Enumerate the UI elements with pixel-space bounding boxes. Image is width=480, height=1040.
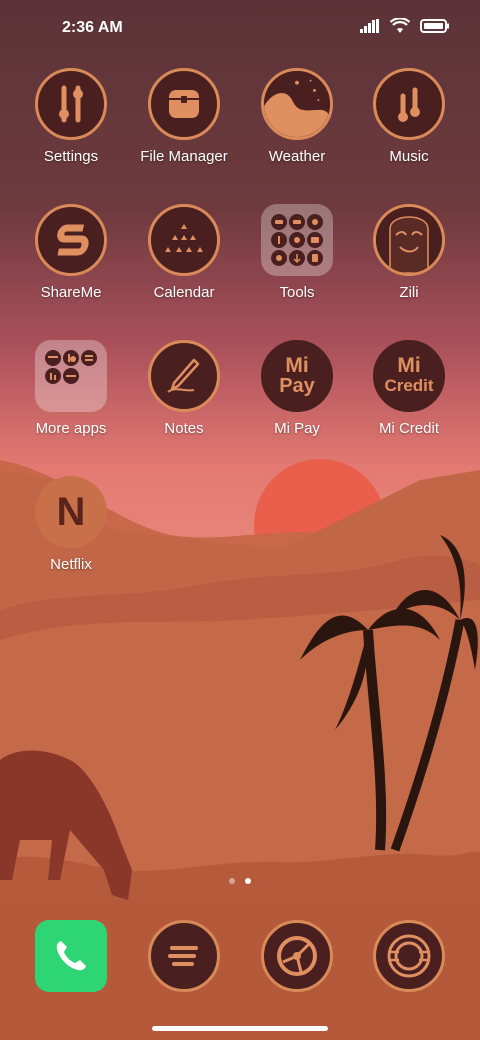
tools-folder-icon: [261, 204, 333, 276]
app-label-zili: Zili: [399, 284, 419, 301]
camera-icon: [373, 920, 445, 992]
mi-credit-logo-text-top: Mi: [397, 354, 421, 377]
page-indicator[interactable]: [0, 878, 480, 884]
app-settings[interactable]: Settings: [11, 68, 131, 165]
app-weather[interactable]: Weather: [237, 68, 357, 165]
app-label-netflix: Netflix: [50, 556, 92, 573]
app-label-weather: Weather: [268, 148, 326, 165]
netflix-logo-letter: N: [56, 489, 86, 534]
settings-icon: [35, 68, 107, 140]
more-apps-folder-icon: [35, 340, 107, 412]
app-zili[interactable]: Zili: [349, 204, 469, 301]
app-music[interactable]: Music: [349, 68, 469, 165]
app-mi-pay[interactable]: Mi Pay Mi Pay: [237, 340, 357, 437]
app-netflix[interactable]: N Netflix: [11, 476, 131, 573]
app-calendar[interactable]: Calendar: [124, 204, 244, 301]
dock-browser[interactable]: [237, 920, 357, 992]
app-label-tools: Tools: [279, 284, 315, 301]
app-more-apps-folder[interactable]: More apps: [11, 340, 131, 437]
signal-icon: [360, 19, 379, 33]
weather-icon: [261, 68, 333, 140]
battery-icon: [420, 19, 449, 33]
messaging-icon: [148, 920, 220, 992]
app-label-mi-credit: Mi Credit: [378, 420, 439, 437]
calendar-icon: [148, 204, 220, 276]
phone-icon: [35, 920, 107, 992]
app-label-settings: Settings: [43, 148, 99, 165]
mi-credit-logo-text-bottom: Credit: [384, 376, 434, 395]
file-manager-icon: [148, 68, 220, 140]
app-label-shareme: ShareMe: [40, 284, 102, 301]
dock-phone[interactable]: [11, 920, 131, 992]
dock-messaging[interactable]: [124, 920, 244, 992]
app-tools-folder[interactable]: Tools: [237, 204, 357, 301]
app-label-music: Music: [389, 148, 429, 165]
app-label-calendar: Calendar: [153, 284, 215, 301]
app-shareme[interactable]: ShareMe: [11, 204, 131, 301]
mi-pay-logo-text-bottom: Pay: [279, 375, 315, 397]
music-icon: [373, 68, 445, 140]
app-notes[interactable]: Notes: [124, 340, 244, 437]
mi-pay-logo-text-top: Mi: [285, 354, 309, 377]
dock-camera[interactable]: [349, 920, 469, 992]
app-mi-credit[interactable]: Mi Credit Mi Credit: [349, 340, 469, 437]
app-label-mi-pay: Mi Pay: [274, 420, 320, 437]
notes-icon: [148, 340, 220, 412]
page-dot-1[interactable]: [229, 878, 235, 884]
zili-icon: [373, 204, 445, 276]
app-label-more-apps: More apps: [35, 420, 107, 437]
status-time: 2:36 AM: [62, 19, 123, 36]
page-dot-2[interactable]: [245, 878, 251, 884]
wifi-icon: [390, 18, 410, 33]
mi-credit-icon: Mi Credit: [373, 340, 445, 412]
app-label-notes: Notes: [164, 420, 204, 437]
shareme-icon: [35, 204, 107, 276]
browser-icon: [261, 920, 333, 992]
netflix-icon: N: [35, 476, 107, 548]
app-label-file-manager: File Manager: [140, 148, 228, 165]
mi-pay-icon: Mi Pay: [261, 340, 333, 412]
status-bar: 2:36 AM: [0, 0, 480, 56]
home-indicator-bar[interactable]: [152, 1026, 328, 1031]
app-file-manager[interactable]: File Manager: [124, 68, 244, 165]
